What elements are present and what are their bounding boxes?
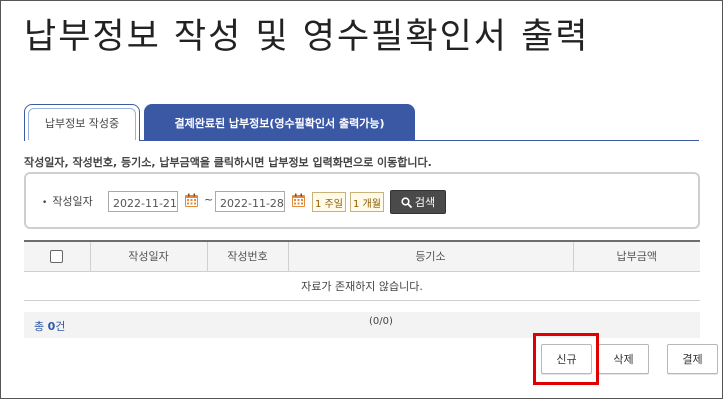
total-prefix: 총 (34, 320, 45, 333)
date-filter-label: • 작성일자 (42, 193, 93, 209)
tab-active-cover (25, 140, 139, 142)
search-icon (401, 196, 412, 208)
column-header-amount[interactable]: 납부금액 (572, 242, 700, 272)
date-to-input[interactable] (215, 191, 285, 212)
new-button[interactable]: 신규 (541, 344, 592, 374)
select-all-header (24, 242, 90, 272)
instruction-text: 작성일자, 작성번호, 등기소, 납부금액을 클릭하시면 납부정보 입력화면으로… (24, 156, 432, 169)
tab-paid[interactable]: 결제완료된 납부정보(영수필확인서 출력가능) (144, 104, 415, 141)
total-suffix: 건 (55, 320, 66, 333)
tab-bar: 납부정보 작성중 결제완료된 납부정보(영수필확인서 출력가능) (24, 104, 699, 142)
total-count: 총 0건 (34, 318, 65, 334)
tab-writing-label: 납부정보 작성중 (44, 117, 120, 130)
one-month-button[interactable]: 1 개월 (350, 192, 384, 212)
search-button-label: 검색 (414, 196, 436, 209)
table-header-row: 작성일자 작성번호 등기소 납부금액 (24, 242, 700, 272)
column-header-date[interactable]: 작성일자 (89, 242, 207, 272)
calendar-icon[interactable] (291, 193, 306, 208)
tab-paid-label: 결제완료된 납부정보(영수필확인서 출력가능) (174, 116, 385, 130)
column-header-number[interactable]: 작성번호 (206, 242, 288, 272)
search-panel: • 작성일자 ~ 1 주일 1 개월 검색 (24, 172, 700, 229)
date-from-input[interactable] (108, 191, 178, 212)
date-separator: ~ (204, 193, 214, 206)
pagination: (0/0) (369, 316, 393, 327)
empty-row: 자료가 존재하지 않습니다. (24, 271, 700, 301)
page-title: 납부정보 작성 및 영수필확인서 출력 (24, 17, 590, 57)
calendar-icon[interactable] (184, 193, 199, 208)
column-header-registry[interactable]: 등기소 (287, 242, 573, 272)
date-label-text: 작성일자 (52, 195, 93, 208)
select-all-checkbox[interactable] (50, 250, 64, 263)
tab-writing[interactable]: 납부정보 작성중 (24, 104, 140, 141)
pay-button[interactable]: 결제 (667, 344, 718, 374)
bullet: • (42, 198, 48, 208)
one-week-button[interactable]: 1 주일 (312, 192, 346, 212)
empty-message: 자료가 존재하지 않습니다. (24, 271, 700, 301)
payment-table: 작성일자 작성번호 등기소 납부금액 자료가 존재하지 않습니다. (24, 242, 700, 301)
search-button[interactable]: 검색 (390, 190, 446, 214)
delete-button[interactable]: 삭제 (598, 344, 649, 374)
table-footer: 총 0건 (0/0) (24, 312, 700, 338)
